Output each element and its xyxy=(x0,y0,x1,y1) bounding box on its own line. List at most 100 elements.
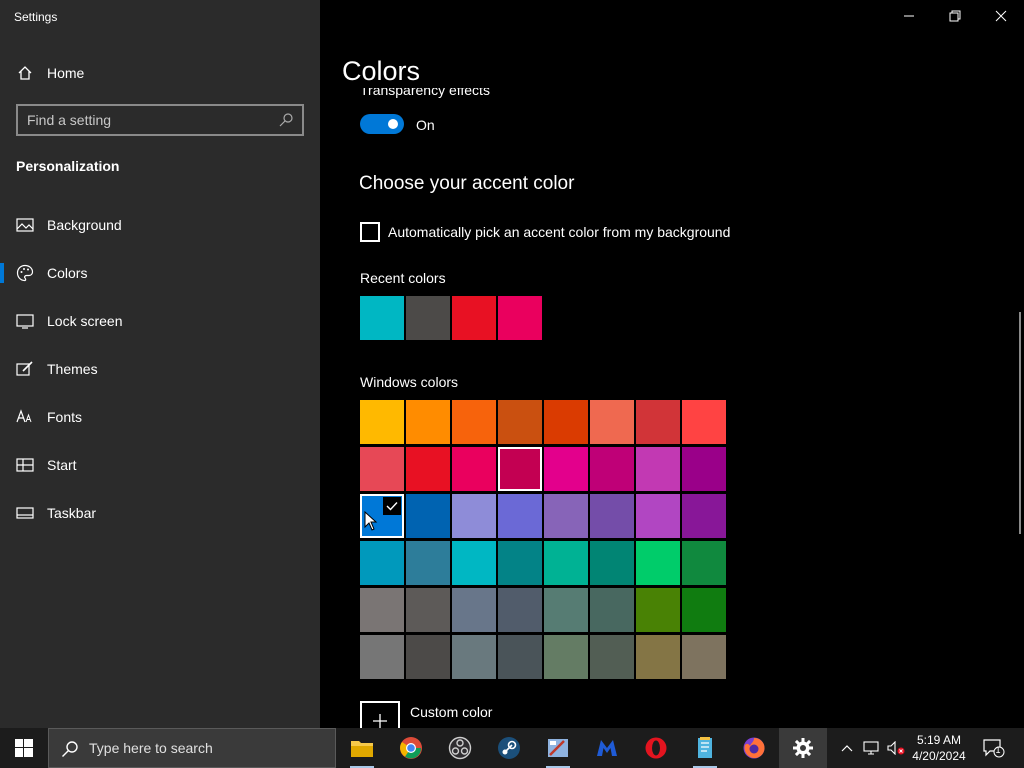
color-swatch[interactable] xyxy=(682,494,726,538)
color-swatch[interactable] xyxy=(406,541,450,585)
close-icon xyxy=(995,10,1007,22)
color-swatch[interactable] xyxy=(498,400,542,444)
sidebar-item-label: Fonts xyxy=(47,409,83,425)
sidebar-item-fonts[interactable]: Fonts xyxy=(0,397,320,437)
color-swatch[interactable] xyxy=(636,541,680,585)
color-swatch[interactable] xyxy=(406,447,450,491)
settings-gear-icon xyxy=(792,737,814,759)
sidebar-item-colors[interactable]: Colors xyxy=(0,253,320,293)
minimize-button[interactable] xyxy=(886,0,932,32)
color-swatch[interactable] xyxy=(360,635,404,679)
recent-color-swatch[interactable] xyxy=(498,296,542,340)
sidebar-item-taskbar[interactable]: Taskbar xyxy=(0,493,320,533)
color-swatch[interactable] xyxy=(498,541,542,585)
start-layout-icon xyxy=(16,456,34,474)
color-swatch[interactable] xyxy=(452,541,496,585)
nav-home[interactable]: Home xyxy=(0,53,320,93)
windows-logo-icon xyxy=(15,739,33,757)
color-swatch[interactable] xyxy=(544,635,588,679)
color-swatch[interactable] xyxy=(544,494,588,538)
color-swatch[interactable] xyxy=(682,635,726,679)
recent-color-swatch[interactable] xyxy=(406,296,450,340)
color-swatch[interactable] xyxy=(406,494,450,538)
toggle-knob xyxy=(388,119,398,129)
sidebar-item-background[interactable]: Background xyxy=(0,205,320,245)
action-center-button[interactable]: 1 xyxy=(980,728,1008,768)
taskbar-app-obs[interactable] xyxy=(436,728,484,768)
transparency-toggle[interactable] xyxy=(360,114,404,134)
color-swatch[interactable] xyxy=(590,541,634,585)
restore-button[interactable] xyxy=(932,0,978,32)
color-swatch[interactable] xyxy=(682,447,726,491)
color-swatch[interactable] xyxy=(636,447,680,491)
font-icon xyxy=(16,408,34,426)
color-swatch[interactable] xyxy=(498,447,542,491)
sidebar-item-lock-screen[interactable]: Lock screen xyxy=(0,301,320,341)
show-hidden-icons-button[interactable] xyxy=(838,728,856,768)
color-swatch[interactable] xyxy=(406,635,450,679)
toggle-state-label: On xyxy=(416,117,435,133)
recent-color-swatch[interactable] xyxy=(360,296,404,340)
color-swatch[interactable] xyxy=(544,447,588,491)
sidebar-item-label: Start xyxy=(47,457,77,473)
color-swatch[interactable] xyxy=(452,588,496,632)
taskbar-app-chrome[interactable] xyxy=(387,728,435,768)
color-swatch[interactable] xyxy=(590,588,634,632)
sidebar-item-start[interactable]: Start xyxy=(0,445,320,485)
taskbar-app-malwarebytes[interactable] xyxy=(583,728,631,768)
taskbar-clock[interactable]: 5:19 AM 4/20/2024 xyxy=(908,732,970,764)
color-swatch[interactable] xyxy=(636,400,680,444)
color-swatch[interactable] xyxy=(590,635,634,679)
color-swatch[interactable] xyxy=(544,400,588,444)
color-swatch[interactable] xyxy=(360,588,404,632)
taskbar-app-settings-gear[interactable] xyxy=(779,728,827,768)
scrollbar[interactable] xyxy=(1019,312,1021,534)
color-swatch[interactable] xyxy=(590,494,634,538)
clock-time: 5:19 AM xyxy=(916,733,962,747)
color-swatch[interactable] xyxy=(452,635,496,679)
color-swatch[interactable] xyxy=(498,588,542,632)
taskbar-app-paint-app[interactable] xyxy=(534,728,582,768)
color-swatch[interactable] xyxy=(406,588,450,632)
auto-pick-accent-checkbox[interactable]: Automatically pick an accent color from … xyxy=(360,222,730,242)
color-swatch[interactable] xyxy=(544,588,588,632)
color-swatch[interactable] xyxy=(636,635,680,679)
taskbar-app-firefox[interactable] xyxy=(730,728,778,768)
firefox-icon xyxy=(742,736,766,760)
color-swatch[interactable] xyxy=(452,447,496,491)
color-swatch[interactable] xyxy=(682,400,726,444)
taskbar-app-file-explorer[interactable] xyxy=(338,728,386,768)
color-swatch[interactable] xyxy=(498,635,542,679)
color-swatch[interactable] xyxy=(636,494,680,538)
recent-color-swatch[interactable] xyxy=(452,296,496,340)
auto-pick-label: Automatically pick an accent color from … xyxy=(388,224,731,240)
taskbar-app-notepad-app[interactable] xyxy=(681,728,729,768)
search-icon[interactable] xyxy=(278,112,294,133)
taskbar-app-opera[interactable] xyxy=(632,728,680,768)
color-swatch[interactable] xyxy=(590,447,634,491)
start-button[interactable] xyxy=(0,728,48,768)
sidebar-item-label: Taskbar xyxy=(47,505,97,521)
find-setting-input[interactable] xyxy=(18,112,268,128)
color-swatch[interactable] xyxy=(452,494,496,538)
color-swatch[interactable] xyxy=(452,400,496,444)
taskbar-search[interactable]: Type here to search xyxy=(48,728,336,768)
malwarebytes-icon xyxy=(595,736,619,760)
sidebar-item-themes[interactable]: Themes xyxy=(0,349,320,389)
color-swatch[interactable] xyxy=(360,541,404,585)
color-swatch[interactable] xyxy=(360,400,404,444)
color-swatch[interactable] xyxy=(682,588,726,632)
color-swatch[interactable] xyxy=(544,541,588,585)
network-button[interactable] xyxy=(861,728,881,768)
checkbox-box[interactable] xyxy=(360,222,380,242)
taskbar-app-steam[interactable] xyxy=(485,728,533,768)
color-swatch[interactable] xyxy=(360,447,404,491)
color-swatch[interactable] xyxy=(636,588,680,632)
find-setting-search[interactable] xyxy=(16,104,304,136)
close-button[interactable] xyxy=(978,0,1024,32)
color-swatch[interactable] xyxy=(406,400,450,444)
color-swatch[interactable] xyxy=(590,400,634,444)
color-swatch[interactable] xyxy=(682,541,726,585)
color-swatch[interactable] xyxy=(498,494,542,538)
volume-button[interactable] xyxy=(885,728,907,768)
